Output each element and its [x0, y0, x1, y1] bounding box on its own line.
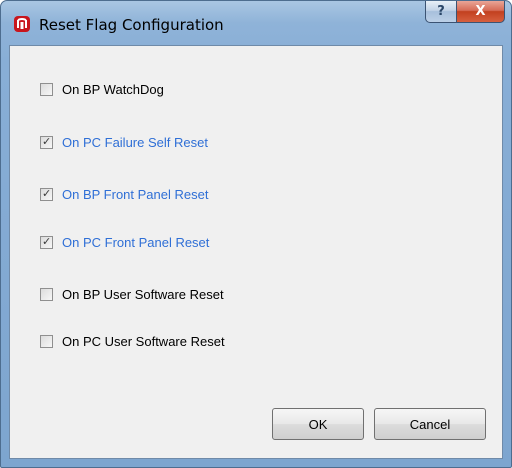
dialog-client-area: On BP WatchDog ✓ On PC Failure Self Rese… — [9, 45, 503, 459]
checkbox[interactable]: ✓ — [40, 234, 53, 249]
checkbox[interactable]: ✓ — [40, 186, 53, 201]
checkbox[interactable]: ✓ — [40, 134, 53, 149]
caption-buttons: ? X — [425, 1, 505, 23]
close-icon: X — [475, 4, 486, 19]
cancel-button[interactable]: Cancel — [374, 408, 486, 440]
option-label: On PC Failure Self Reset — [62, 134, 208, 150]
option-on-bp-user-software-reset[interactable]: On BP User Software Reset — [40, 284, 224, 304]
checkmark-icon: ✓ — [42, 134, 52, 148]
option-label: On PC Front Panel Reset — [62, 234, 210, 250]
help-icon: ? — [437, 4, 445, 19]
checkmark-icon: ✓ — [42, 186, 52, 200]
option-label: On PC User Software Reset — [62, 333, 225, 349]
app-logo-icon — [14, 16, 30, 32]
dialog-window: Reset Flag Configuration ? X On BP Watch… — [0, 0, 512, 468]
checkbox[interactable] — [40, 287, 53, 301]
option-on-pc-user-software-reset[interactable]: On PC User Software Reset — [40, 331, 225, 351]
option-on-bp-watchdog[interactable]: On BP WatchDog — [40, 79, 164, 99]
checkbox[interactable] — [40, 82, 53, 96]
close-button[interactable]: X — [457, 1, 505, 23]
window-title: Reset Flag Configuration — [39, 16, 224, 34]
option-on-pc-failure-self-reset[interactable]: ✓ On PC Failure Self Reset — [40, 132, 208, 152]
help-button[interactable]: ? — [425, 1, 457, 23]
option-on-bp-front-panel-reset[interactable]: ✓ On BP Front Panel Reset — [40, 184, 208, 204]
option-label: On BP User Software Reset — [62, 286, 224, 302]
checkmark-icon: ✓ — [42, 234, 52, 248]
title-bar[interactable]: Reset Flag Configuration ? X — [1, 1, 511, 45]
option-on-pc-front-panel-reset[interactable]: ✓ On PC Front Panel Reset — [40, 232, 209, 252]
option-label: On BP WatchDog — [62, 81, 164, 97]
option-label: On BP Front Panel Reset — [62, 186, 209, 202]
checkbox[interactable] — [40, 334, 53, 348]
ok-button[interactable]: OK — [272, 408, 364, 440]
